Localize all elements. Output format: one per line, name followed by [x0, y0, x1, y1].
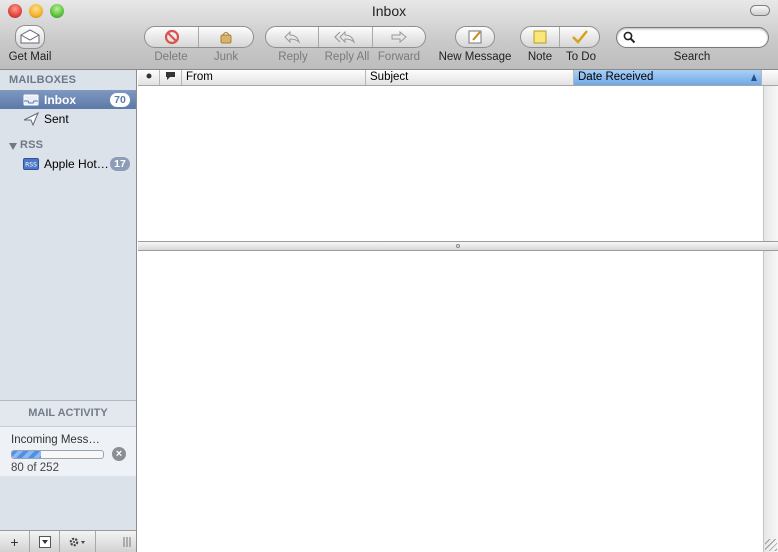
action-menu-button[interactable]: [60, 531, 96, 552]
activity-title: Incoming Mess…: [11, 434, 100, 446]
junk-button[interactable]: [199, 27, 253, 47]
stop-activity-icon[interactable]: ×: [112, 447, 126, 461]
column-date-received[interactable]: Date Received: [574, 70, 762, 85]
junk-label: Junk: [213, 51, 239, 63]
mail-activity-header: MAIL ACTIVITY: [28, 407, 108, 419]
search-field[interactable]: [616, 27, 769, 48]
gear-icon: [69, 537, 85, 546]
delete-button[interactable]: [145, 27, 200, 47]
progress-fill: [12, 451, 42, 458]
activity-count: 80 of 252: [11, 462, 59, 474]
reply-label: Reply: [278, 51, 308, 63]
message-list-scrollbar[interactable]: [763, 86, 778, 241]
activity-item: Incoming Mess… × 80 of 252: [0, 426, 136, 476]
delete-label: Delete: [154, 51, 188, 63]
sidebar-item-label: Inbox: [44, 92, 76, 107]
note-label: Note: [527, 51, 553, 63]
sidebar-item-inbox[interactable]: Inbox 70: [0, 90, 136, 109]
svg-text:RSS: RSS: [25, 161, 37, 168]
new-message-label: New Message: [438, 51, 512, 63]
rss-header: RSS: [20, 139, 44, 151]
preview-scrollbar[interactable]: [763, 251, 778, 552]
reply-segment: [265, 26, 426, 48]
forward-label: Forward: [377, 51, 421, 63]
get-mail-label: Get Mail: [8, 51, 52, 63]
compose-icon: [468, 30, 482, 44]
sent-icon: [23, 111, 39, 126]
column-unread[interactable]: [138, 70, 160, 85]
mailboxes-header: MAILBOXES: [9, 74, 77, 86]
column-subject[interactable]: Subject: [366, 70, 574, 85]
message-list-header: From Subject Date Received: [138, 70, 778, 86]
toolbar-toggle-button[interactable]: [750, 5, 770, 16]
reply-button[interactable]: [266, 27, 320, 47]
unread-count-badge: 70: [110, 93, 130, 107]
reply-all-button[interactable]: [319, 27, 373, 47]
reply-arrow-icon: [284, 30, 301, 44]
sidebar-item-apple-hot-news[interactable]: RSS Apple Hot… 17: [0, 154, 136, 173]
column-flag[interactable]: [160, 70, 182, 85]
sort-ascending-icon: [751, 74, 757, 81]
toolbar: Inbox Get Mail Delete Junk Reply Reply A…: [0, 0, 778, 70]
sidebar-item-sent[interactable]: Sent: [0, 109, 136, 128]
new-message-segment: [455, 26, 495, 48]
plus-icon: +: [10, 533, 19, 550]
note-icon: [533, 30, 547, 44]
junk-bag-icon: [220, 32, 232, 44]
reply-all-arrow-icon: [334, 30, 356, 44]
sidebar-footer: +: [0, 530, 136, 552]
todo-button[interactable]: [560, 27, 599, 47]
message-preview-pane: [138, 251, 778, 552]
search-label: Search: [673, 51, 711, 63]
get-mail-button[interactable]: [15, 25, 45, 49]
note-button[interactable]: [521, 27, 561, 47]
sidebar-item-label: Apple Hot…: [44, 156, 109, 171]
todo-label: To Do: [565, 51, 597, 63]
rss-disclosure-triangle[interactable]: [9, 143, 17, 150]
inbox-icon: [23, 93, 39, 107]
message-list[interactable]: [138, 86, 778, 241]
envelope-icon: [20, 29, 40, 44]
delete-icon: [164, 29, 179, 45]
add-mailbox-button[interactable]: +: [0, 531, 30, 552]
search-icon: [623, 31, 636, 44]
checkmark-icon: [571, 30, 588, 44]
reply-all-label: Reply All: [324, 51, 370, 63]
preview-splitter[interactable]: [138, 241, 778, 251]
column-from[interactable]: From: [182, 70, 366, 85]
forward-button[interactable]: [373, 27, 425, 47]
sidebar-item-label: Sent: [44, 111, 69, 126]
splitter-grip-icon: [456, 244, 460, 248]
note-todo-segment: [520, 26, 600, 48]
rss-icon: RSS: [23, 157, 39, 171]
column-date-received-label: Date Received: [578, 71, 654, 83]
delete-junk-segment: [144, 26, 254, 48]
search-input[interactable]: [639, 31, 759, 45]
forward-arrow-icon: [391, 30, 407, 44]
speech-bubble-icon: [166, 72, 175, 80]
sidebar-resize-handle[interactable]: [96, 531, 136, 552]
resize-grip-icon: [123, 536, 131, 547]
activity-progress-bar: [11, 450, 104, 459]
mail-activity-panel: MAIL ACTIVITY Incoming Mess… × 80 of 252: [0, 400, 136, 476]
show-mail-activity-button[interactable]: [30, 531, 60, 552]
window-title: Inbox: [371, 3, 407, 19]
unread-dot-icon: [146, 73, 152, 79]
activity-toggle-icon: [38, 535, 51, 548]
unread-count-badge: 17: [110, 157, 130, 171]
window-resize-grip-icon[interactable]: [765, 539, 777, 551]
new-message-button[interactable]: [456, 27, 494, 47]
mailbox-sidebar: MAILBOXES Inbox 70 Sent RSS RSS Apple Ho…: [0, 70, 137, 552]
